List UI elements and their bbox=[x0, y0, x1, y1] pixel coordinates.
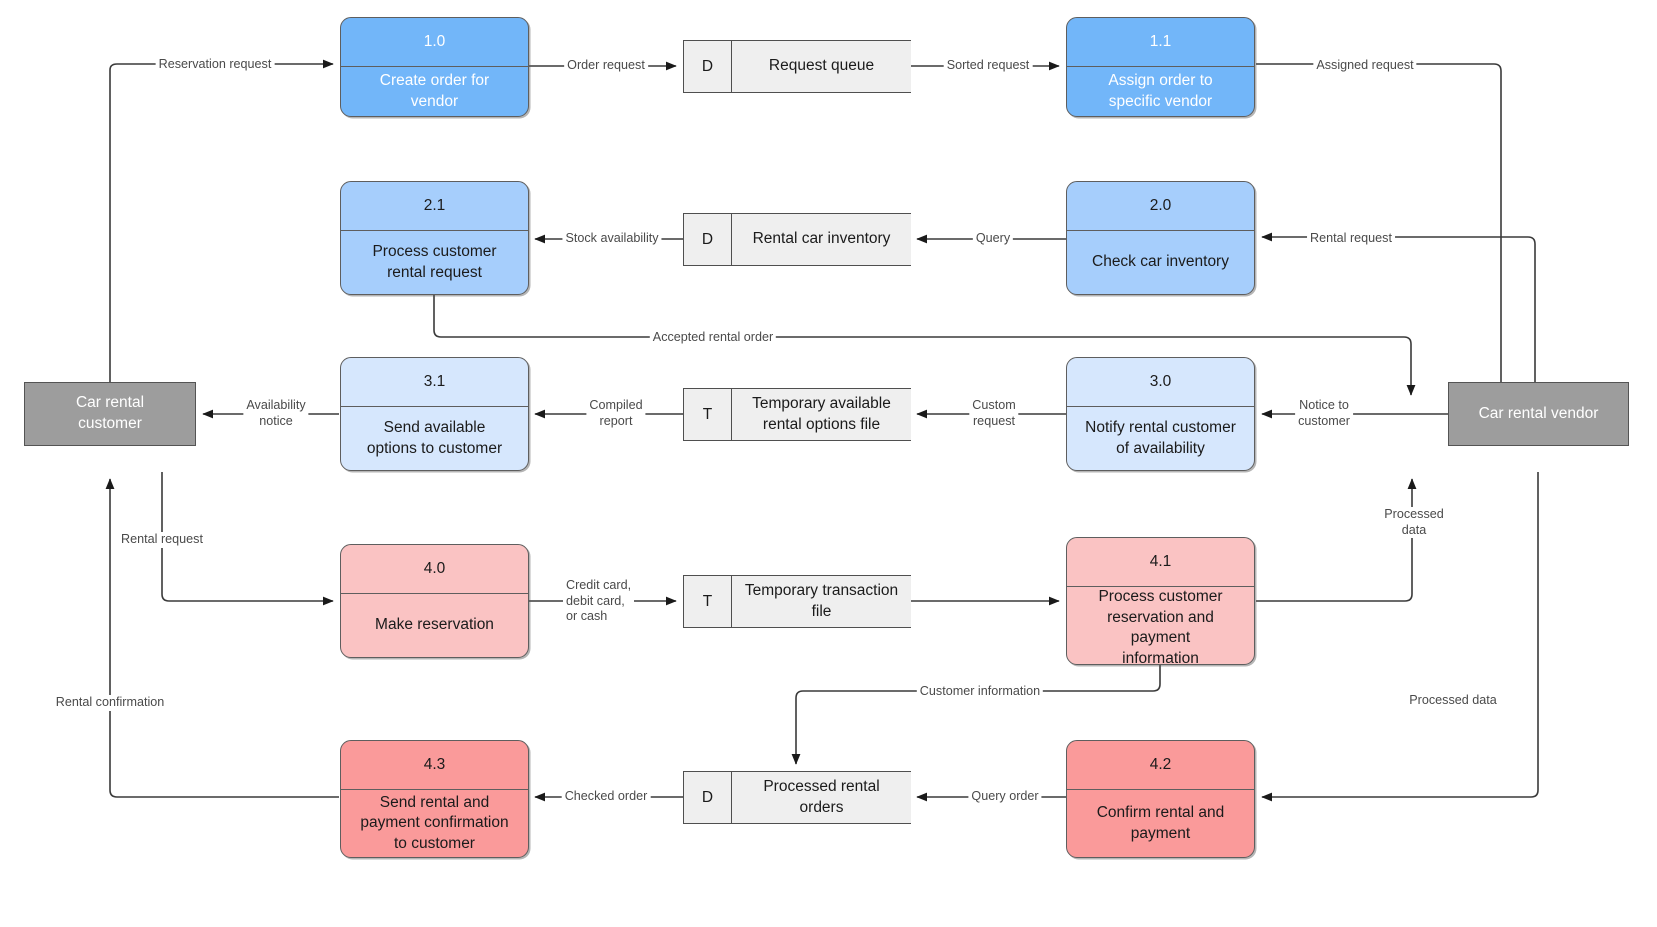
process-3-1[interactable]: 3.1 Send available options to customer bbox=[340, 357, 529, 471]
flow-label-custom-request: Custom request bbox=[969, 398, 1019, 430]
process-1-1[interactable]: 1.1 Assign order to specific vendor bbox=[1066, 17, 1255, 117]
flow-label-stock-availability: Stock availability bbox=[562, 231, 662, 247]
store-rental-car-inventory[interactable]: D Rental car inventory bbox=[683, 213, 911, 266]
process-label: Assign order to specific vendor bbox=[1108, 71, 1213, 110]
store-temporary-available-rental-options-file[interactable]: T Temporary available rental options fil… bbox=[683, 388, 911, 441]
dfd-canvas: Car rental customer Car rental vendor 1.… bbox=[0, 0, 1657, 927]
process-number: 4.3 bbox=[341, 741, 528, 790]
flow-label-rental-confirmation: Rental confirmation bbox=[52, 695, 168, 711]
process-label: Make reservation bbox=[375, 616, 494, 634]
store-key: T bbox=[684, 389, 732, 440]
process-2-1[interactable]: 2.1 Process customer rental request bbox=[340, 181, 529, 295]
flow-label-processed-data-down: Processed data bbox=[1406, 693, 1500, 709]
process-4-2[interactable]: 4.2 Confirm rental and payment bbox=[1066, 740, 1255, 858]
store-key: D bbox=[684, 41, 732, 92]
entity-label: Car rental vendor bbox=[1478, 404, 1599, 422]
flow-assigned-request bbox=[1256, 63, 1506, 396]
flow-label-notice-to-customer: Notice to customer bbox=[1295, 398, 1353, 430]
store-label: Rental car inventory bbox=[752, 230, 891, 248]
flow-label-customer-information: Customer information bbox=[916, 684, 1044, 700]
process-number: 2.0 bbox=[1067, 182, 1254, 231]
process-number: 4.0 bbox=[341, 545, 528, 594]
flow-rental-confirmation bbox=[105, 478, 339, 798]
process-3-0[interactable]: 3.0 Notify rental customer of availabili… bbox=[1066, 357, 1255, 471]
store-key: D bbox=[684, 772, 732, 823]
store-request-queue[interactable]: D Request queue bbox=[683, 40, 911, 93]
flow-label-rental-request-vendor: Rental request bbox=[1307, 231, 1395, 247]
process-4-1[interactable]: 4.1 Process customer reservation and pay… bbox=[1066, 537, 1255, 665]
store-key: T bbox=[684, 576, 732, 627]
process-label: Send rental and payment confirmation to … bbox=[360, 793, 509, 852]
process-label: Create order for vendor bbox=[379, 71, 490, 110]
flow-label-assigned-request: Assigned request bbox=[1313, 58, 1417, 74]
process-number: 4.2 bbox=[1067, 741, 1254, 790]
flow-label-reservation-request: Reservation request bbox=[155, 57, 275, 73]
flow-label-accepted-rental-order: Accepted rental order bbox=[649, 330, 777, 346]
flow-accepted-rental-order bbox=[433, 295, 1416, 396]
store-processed-rental-orders[interactable]: D Processed rental orders bbox=[683, 771, 911, 824]
flow-label-availability-notice: Availability notice bbox=[243, 398, 309, 430]
entity-label: Car rental customer bbox=[75, 394, 145, 432]
store-key: D bbox=[684, 214, 732, 265]
process-1-0[interactable]: 1.0 Create order for vendor bbox=[340, 17, 529, 117]
flow-label-query-order: Query order bbox=[968, 789, 1042, 805]
process-4-3[interactable]: 4.3 Send rental and payment confirmation… bbox=[340, 740, 529, 858]
process-number: 2.1 bbox=[341, 182, 528, 231]
flow-label-processed-data-up: Processed data bbox=[1381, 507, 1447, 539]
process-label: Confirm rental and payment bbox=[1096, 803, 1225, 842]
process-number: 3.0 bbox=[1067, 358, 1254, 407]
store-label: Processed rental orders bbox=[763, 778, 880, 816]
process-label: Process customer reservation and payment… bbox=[1098, 588, 1223, 665]
process-number: 3.1 bbox=[341, 358, 528, 407]
flow-rental-request-vendor bbox=[1261, 232, 1536, 402]
process-2-0[interactable]: 2.0 Check car inventory bbox=[1066, 181, 1255, 295]
flow-label-order-request: Order request bbox=[564, 58, 648, 74]
flow-label-compiled-report: Compiled report bbox=[586, 398, 646, 430]
process-number: 1.0 bbox=[341, 18, 528, 67]
flow-label-checked-order: Checked order bbox=[561, 789, 651, 805]
process-number: 4.1 bbox=[1067, 538, 1254, 587]
store-label: Request queue bbox=[768, 57, 875, 75]
process-4-0[interactable]: 4.0 Make reservation bbox=[340, 544, 529, 658]
process-label: Check car inventory bbox=[1092, 253, 1229, 271]
store-temporary-transaction-file[interactable]: T Temporary transaction file bbox=[683, 575, 911, 628]
process-label: Process customer rental request bbox=[372, 242, 497, 281]
flow-label-payment-method: Credit card, debit card, or cash bbox=[563, 578, 635, 626]
entity-car-rental-vendor[interactable]: Car rental vendor bbox=[1448, 382, 1629, 446]
flow-label-query: Query bbox=[972, 231, 1014, 247]
flow-label-sorted-request: Sorted request bbox=[943, 58, 1033, 74]
process-label: Notify rental customer of availability bbox=[1085, 418, 1236, 457]
process-number: 1.1 bbox=[1067, 18, 1254, 67]
store-label: Temporary available rental options file bbox=[752, 395, 891, 433]
flow-reservation-request bbox=[109, 59, 334, 403]
entity-car-rental-customer[interactable]: Car rental customer bbox=[24, 382, 196, 446]
process-label: Send available options to customer bbox=[366, 418, 503, 457]
store-label: Temporary transaction file bbox=[744, 582, 899, 620]
flow-processed-data-up bbox=[1256, 478, 1417, 602]
flow-label-rental-request-customer: Rental request bbox=[118, 532, 206, 548]
